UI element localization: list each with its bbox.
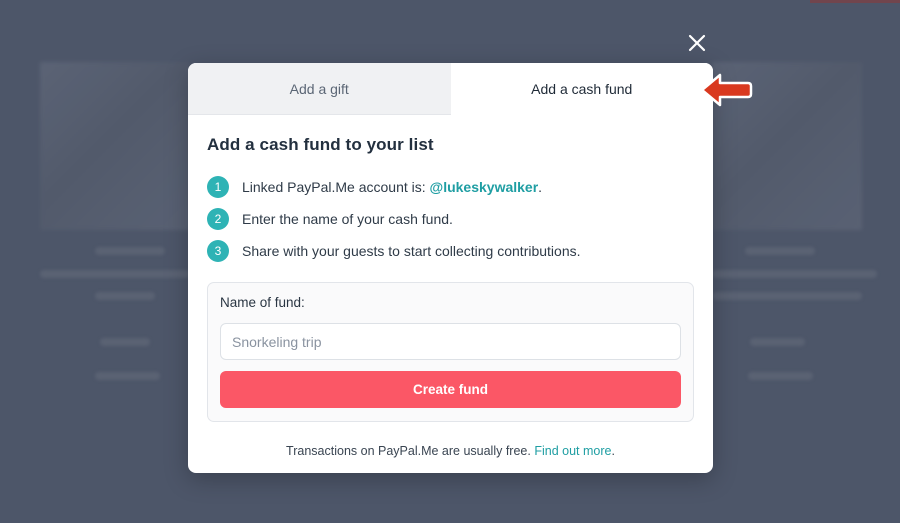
fund-form: Name of fund: Create fund xyxy=(207,282,694,422)
step-item: 3 Share with your guests to start collec… xyxy=(207,235,694,267)
step-item: 2 Enter the name of your cash fund. xyxy=(207,203,694,235)
dialog-heading: Add a cash fund to your list xyxy=(207,135,434,154)
tab-add-cash-fund[interactable]: Add a cash fund xyxy=(450,63,713,115)
step-text: Enter the name of your cash fund. xyxy=(242,211,453,227)
background-text-line xyxy=(745,247,815,255)
background-text-line xyxy=(95,372,160,380)
create-fund-button[interactable]: Create fund xyxy=(220,371,681,408)
tab-add-cash-fund-label: Add a cash fund xyxy=(531,81,633,97)
dialog-tabs: Add a gift Add a cash fund xyxy=(188,63,713,115)
step-text: Share with your guests to start collecti… xyxy=(242,243,581,259)
background-image-left xyxy=(40,62,190,230)
close-icon[interactable] xyxy=(686,32,708,54)
paypal-account-link[interactable]: @lukeskywalker xyxy=(430,179,539,195)
background-text-line xyxy=(100,338,150,346)
background-text-line xyxy=(750,338,805,346)
red-arrow-pointer-icon xyxy=(698,70,754,110)
step-text: Linked PayPal.Me account is: @lukeskywal… xyxy=(242,179,542,195)
steps-list: 1 Linked PayPal.Me account is: @lukeskyw… xyxy=(207,171,694,267)
background-text-line xyxy=(712,270,877,278)
step-number-badge: 3 xyxy=(207,240,229,262)
step-item: 1 Linked PayPal.Me account is: @lukeskyw… xyxy=(207,171,694,203)
background-accent xyxy=(810,0,900,3)
background-text-line xyxy=(748,372,813,380)
step-text-prefix: Linked PayPal.Me account is: xyxy=(242,179,430,195)
find-out-more-link[interactable]: Find out more xyxy=(534,444,611,458)
background-text-line xyxy=(40,270,190,278)
step-number-badge: 2 xyxy=(207,208,229,230)
footer-text: Transactions on PayPal.Me are usually fr… xyxy=(286,444,531,458)
background-text-line xyxy=(95,292,155,300)
tab-add-gift[interactable]: Add a gift xyxy=(188,63,451,115)
cash-fund-dialog: Add a gift Add a cash fund Add a cash fu… xyxy=(188,63,713,473)
footer-suffix: . xyxy=(611,444,615,458)
background-text-line xyxy=(95,247,165,255)
fund-name-input[interactable] xyxy=(220,323,681,360)
tab-add-gift-label: Add a gift xyxy=(289,80,349,97)
fund-name-label: Name of fund: xyxy=(220,295,305,310)
dialog-content: Add a cash fund to your list 1 Linked Pa… xyxy=(188,115,713,458)
background-text-line xyxy=(712,292,862,300)
step-number-badge: 1 xyxy=(207,176,229,198)
step-text-suffix: . xyxy=(538,179,543,195)
footer-note: Transactions on PayPal.Me are usually fr… xyxy=(207,444,694,458)
